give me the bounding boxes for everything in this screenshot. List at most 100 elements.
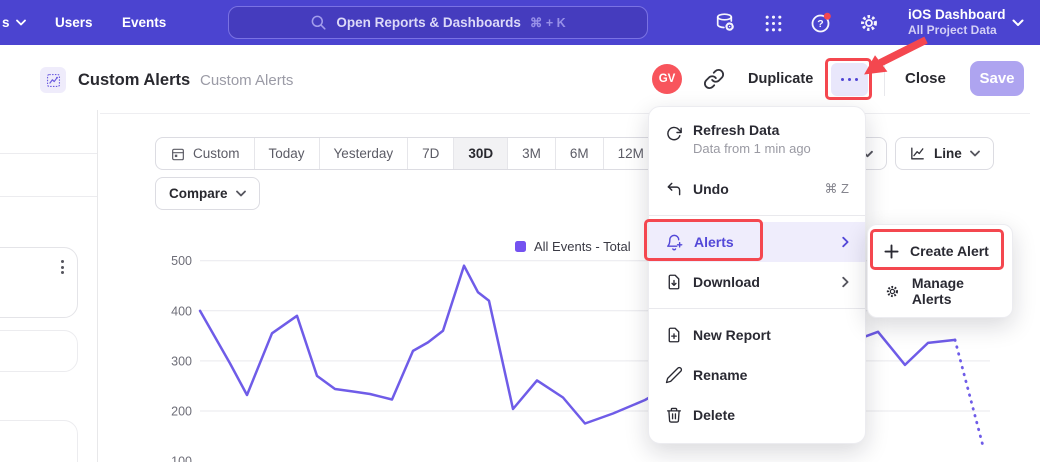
menu-label: New Report (693, 327, 771, 343)
left-sidebar (0, 110, 98, 462)
top-nav-bar: s Users Events Open Reports & Dashboards… (0, 0, 1040, 45)
compare-label: Compare (169, 186, 228, 201)
user-avatar[interactable]: GV (652, 64, 682, 94)
calendar-icon (170, 146, 186, 162)
apps-grid-button[interactable] (760, 10, 786, 36)
menu-item-delete[interactable]: Delete (649, 395, 865, 435)
sidebar-divider (0, 153, 97, 154)
help-button[interactable]: ? (808, 10, 834, 36)
download-file-icon (665, 273, 683, 291)
search-placeholder: Open Reports & Dashboards (336, 15, 521, 30)
range-30d-selected[interactable]: 30D (454, 138, 508, 169)
more-options-menu: Refresh Data Data from 1 min ago Undo ⌘ … (648, 106, 866, 444)
menu-item-alerts[interactable]: Alerts (649, 222, 865, 262)
submenu-label: Create Alert (910, 243, 989, 259)
project-selector[interactable]: iOS Dashboard All Project Data (908, 6, 1006, 38)
compare-button[interactable]: Compare (155, 177, 260, 210)
line-report-icon (45, 72, 62, 89)
help-icon: ? (808, 10, 834, 36)
more-options-button[interactable] (831, 63, 868, 96)
chevron-right-icon (842, 237, 849, 248)
svg-text:100: 100 (171, 455, 192, 462)
chevron-down-icon[interactable] (1012, 19, 1024, 27)
search-shortcut: ⌘ + K (530, 15, 566, 30)
global-search-input[interactable]: Open Reports & Dashboards ⌘ + K (228, 6, 648, 39)
save-button[interactable]: Save (970, 61, 1024, 96)
range-3m[interactable]: 3M (508, 138, 556, 169)
svg-text:400: 400 (171, 304, 192, 318)
new-report-icon (665, 326, 683, 344)
link-icon (703, 68, 725, 90)
report-header: Custom Alerts Custom Alerts GV Duplicate… (0, 45, 1040, 110)
submenu-item-create-alert[interactable]: Create Alert (868, 231, 1012, 271)
page-title: Custom Alerts (78, 71, 190, 90)
svg-text:?: ? (817, 18, 823, 30)
range-7d[interactable]: 7D (408, 138, 454, 169)
duplicate-button[interactable]: Duplicate (748, 71, 813, 87)
menu-item-refresh-data[interactable]: Refresh Data Data from 1 min ago (649, 115, 865, 169)
chevron-down-icon (236, 190, 246, 197)
menu-item-rename[interactable]: Rename (649, 355, 865, 395)
svg-text:300: 300 (171, 354, 192, 368)
menu-label: Rename (693, 367, 747, 383)
sidebar-divider (0, 196, 97, 197)
legend-label: All Events - Total (534, 239, 631, 254)
menu-item-download[interactable]: Download (649, 262, 865, 302)
report-card[interactable] (0, 247, 78, 318)
chevron-down-icon (970, 150, 980, 157)
settings-button[interactable] (856, 10, 882, 36)
undo-icon (665, 180, 683, 198)
nav-item-users[interactable]: Users (55, 0, 93, 45)
notification-dot (824, 13, 831, 20)
menu-subtitle: Data from 1 min ago (693, 141, 811, 156)
submenu-item-manage-alerts[interactable]: Manage Alerts (868, 271, 1012, 311)
alerts-submenu: Create Alert Manage Alerts (867, 224, 1013, 318)
range-6m[interactable]: 6M (556, 138, 604, 169)
dot (848, 78, 852, 82)
range-today[interactable]: Today (255, 138, 320, 169)
search-icon (310, 14, 327, 31)
refresh-icon (665, 125, 683, 143)
app-window: s Users Events Open Reports & Dashboards… (0, 0, 1040, 462)
menu-label: Refresh Data (693, 122, 811, 138)
close-button[interactable]: Close (905, 70, 946, 87)
nav-item-partial-label: s (2, 15, 10, 30)
chart-type-button[interactable]: Line (895, 137, 994, 170)
line-chart-icon (909, 145, 926, 162)
grid-dots-icon (762, 12, 785, 35)
report-card[interactable] (0, 420, 78, 462)
card-kebab-menu[interactable] (61, 260, 64, 274)
dot (855, 78, 859, 82)
legend-swatch (515, 241, 526, 252)
header-divider (884, 62, 885, 96)
breadcrumb: Custom Alerts (200, 72, 293, 89)
data-management-button[interactable] (712, 10, 738, 36)
range-yesterday[interactable]: Yesterday (320, 138, 409, 169)
menu-label: Undo (693, 181, 729, 197)
range-label: Custom (193, 146, 240, 161)
database-gear-icon (713, 11, 737, 35)
nav-item-events[interactable]: Events (122, 0, 166, 45)
project-subtitle: All Project Data (908, 23, 1006, 38)
legend-item[interactable]: All Events - Total (515, 239, 631, 254)
svg-text:200: 200 (171, 405, 192, 419)
report-card[interactable] (0, 330, 78, 372)
gear-icon (884, 282, 901, 301)
nav-item-partial[interactable]: s (2, 0, 26, 45)
svg-text:500: 500 (171, 254, 192, 268)
menu-label: Download (693, 274, 760, 290)
menu-item-undo[interactable]: Undo ⌘ Z (649, 169, 865, 209)
range-custom[interactable]: Custom (156, 138, 255, 169)
menu-divider (649, 308, 865, 309)
chevron-down-icon (16, 19, 26, 26)
menu-divider (649, 215, 865, 216)
menu-label: Delete (693, 407, 735, 423)
plus-icon (884, 244, 899, 259)
chart-type-label: Line (934, 146, 962, 161)
copy-link-button[interactable] (703, 68, 725, 90)
menu-item-new-report[interactable]: New Report (649, 315, 865, 355)
pencil-icon (665, 366, 683, 384)
chevron-right-icon (842, 277, 849, 288)
menu-label: Alerts (694, 234, 734, 250)
submenu-label: Manage Alerts (912, 275, 996, 307)
